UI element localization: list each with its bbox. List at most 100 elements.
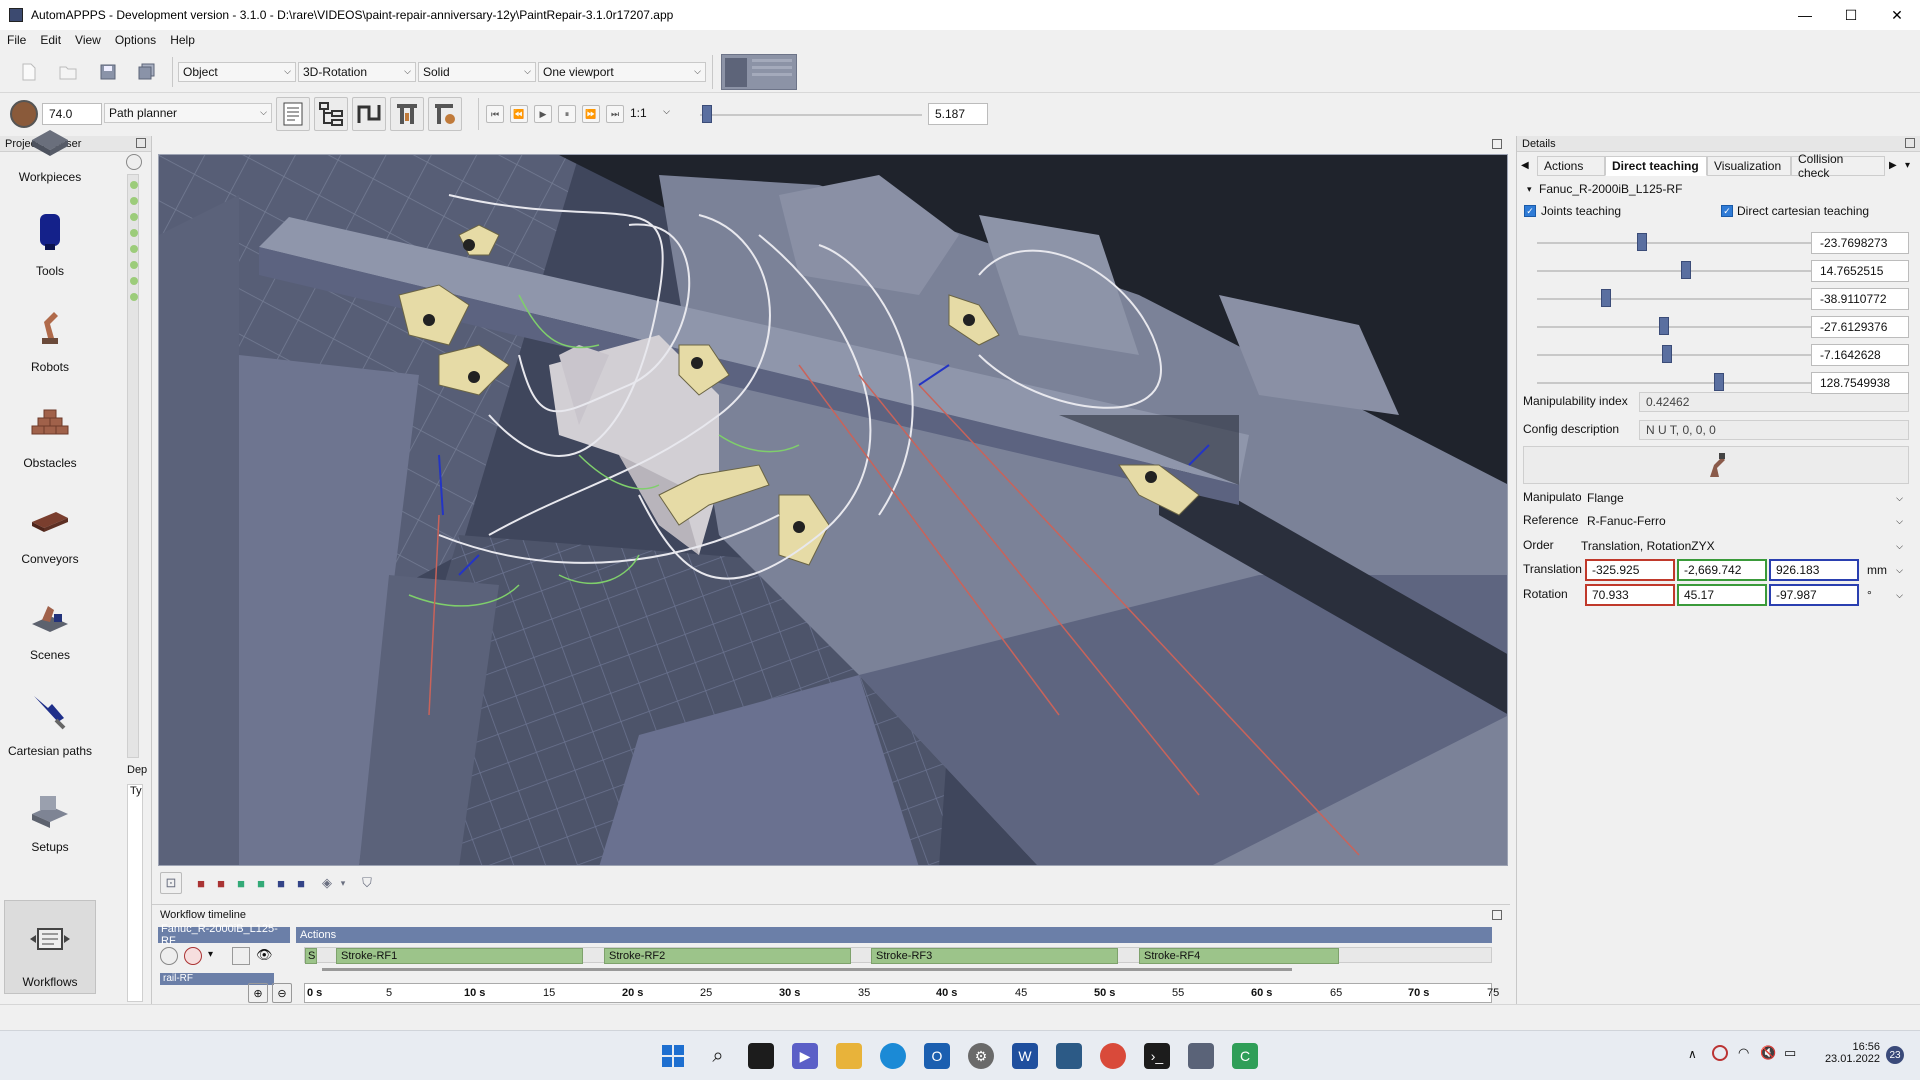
translation-y-input[interactable]: -2,669.742 — [1677, 559, 1767, 581]
new-file-icon[interactable] — [18, 61, 40, 83]
joint-3-slider-thumb[interactable] — [1601, 289, 1611, 307]
word-icon[interactable]: W — [1012, 1043, 1038, 1069]
skip-end-button[interactable]: ⏭ — [606, 105, 624, 123]
minimize-button[interactable]: — — [1782, 0, 1828, 30]
rotation-y-input[interactable]: 45.17 — [1677, 584, 1767, 606]
notification-badge[interactable]: 23 — [1886, 1046, 1904, 1064]
playback-ratio-select[interactable]: 1:1 ⌵ — [630, 106, 672, 124]
open-folder-icon[interactable] — [57, 61, 79, 83]
robot-tree-toggle-icon[interactable]: ▾ — [1527, 184, 1532, 195]
save-icon[interactable] — [97, 61, 119, 83]
task-view-icon[interactable] — [748, 1043, 774, 1069]
panel-float-icon[interactable] — [136, 138, 146, 148]
zoom-fit-icon[interactable]: ⊡ — [160, 872, 182, 894]
viewport-float-icon[interactable] — [1492, 139, 1502, 149]
tabs-scroll-right-icon[interactable]: ▶ — [1889, 160, 1897, 171]
add-action-icon[interactable] — [160, 947, 178, 965]
tray-security-icon[interactable] — [1712, 1045, 1728, 1061]
remove-action-icon[interactable] — [184, 947, 202, 965]
path-trajectory-icon[interactable] — [352, 97, 386, 131]
tab-collision-check[interactable]: Collision check — [1791, 152, 1885, 180]
file-explorer-icon[interactable] — [836, 1043, 862, 1069]
joint-6-value-input[interactable]: 128.7549938 — [1811, 372, 1909, 394]
terminal-icon[interactable]: ›_ — [1144, 1043, 1170, 1069]
menu-file[interactable]: File — [0, 33, 33, 47]
menu-view[interactable]: View — [68, 33, 108, 47]
joints-teaching-checkbox[interactable]: ✓ — [1524, 205, 1536, 217]
tab-visualization[interactable]: Visualization — [1707, 156, 1791, 176]
view-back-icon[interactable]: ■ — [210, 872, 232, 894]
workflow-robot-row[interactable]: Fanuc_R-2000iB_L125-RF — [158, 923, 290, 947]
transform-mode-select[interactable]: 3D-Rotation ⌵ — [298, 62, 416, 82]
view-bottom-icon[interactable]: ■ — [290, 872, 312, 894]
joint-2-value-input[interactable]: 14.7652515 — [1811, 260, 1909, 282]
translation-x-input[interactable]: -325.925 — [1585, 559, 1675, 581]
start-windows-icon[interactable] — [660, 1043, 686, 1069]
order-select[interactable]: Translation, RotationZYX ⌵ — [1575, 536, 1909, 556]
time-slider-thumb[interactable] — [702, 105, 712, 123]
settings-gear-icon[interactable]: ⚙ — [968, 1043, 994, 1069]
clock[interactable]: 16:56 23.01.2022 — [1812, 1041, 1880, 1065]
browser-item-scenes[interactable]: Scenes — [4, 572, 96, 666]
photos-icon[interactable] — [1056, 1043, 1082, 1069]
firefox-icon[interactable] — [1100, 1043, 1126, 1069]
wifi-icon[interactable]: ◠ — [1738, 1045, 1749, 1061]
timeline-ruler[interactable]: 0 s 5 10 s 15 20 s 25 30 s 35 40 s 45 50 s 55 60 s 65… — [304, 983, 1499, 1003]
browser-item-obstacles[interactable]: Obstacles — [4, 380, 96, 474]
skip-start-button[interactable]: ⏮ — [486, 105, 504, 123]
dependency-scrollbar[interactable] — [127, 174, 139, 758]
browser-item-conveyors[interactable]: Conveyors — [4, 476, 96, 570]
browser-item-tools[interactable]: Tools — [4, 188, 96, 282]
robot-settings-icon[interactable] — [428, 97, 462, 131]
time-value-input[interactable]: 5.187 — [928, 103, 988, 125]
menu-options[interactable]: Options — [108, 33, 163, 47]
step-back-button[interactable]: ⏪ — [510, 105, 528, 123]
timeline-segment-4[interactable]: Stroke-RF4 — [1139, 948, 1339, 964]
browser-item-workpieces[interactable]: Workpieces — [4, 94, 96, 188]
joint-1-slider-thumb[interactable] — [1637, 233, 1647, 251]
browser-item-cartesian-paths[interactable]: Cartesian paths — [4, 668, 96, 762]
edge-browser-icon[interactable] — [880, 1043, 906, 1069]
3d-viewport[interactable] — [158, 154, 1508, 866]
zoom-in-timeline-icon[interactable]: ⊕ — [248, 983, 268, 1003]
edit-action-icon[interactable] — [232, 947, 250, 965]
manipulator-select[interactable]: Flange ⌵ — [1581, 488, 1909, 508]
joint-3-value-input[interactable]: -38.9110772 — [1811, 288, 1909, 310]
joint-6-slider-track[interactable] — [1537, 382, 1813, 384]
tab-actions[interactable]: Actions — [1537, 156, 1605, 176]
timeline-segment-3[interactable]: Stroke-RF3 — [871, 948, 1118, 964]
workflow-float-icon[interactable] — [1492, 910, 1502, 920]
joint-5-slider-thumb[interactable] — [1662, 345, 1672, 363]
view-iso-dropdown-icon[interactable]: ▾ — [332, 872, 354, 894]
pause-button[interactable]: ⏸ — [558, 105, 576, 123]
refresh-icon[interactable] — [126, 154, 142, 170]
translation-z-input[interactable]: 926.183 — [1769, 559, 1859, 581]
type-list[interactable]: Ty — [127, 784, 143, 1002]
tabs-scroll-left-icon[interactable]: ◀ — [1521, 160, 1529, 171]
planner-select[interactable]: Path planner ⌵ — [104, 103, 272, 123]
timeline-segment-2[interactable]: Stroke-RF2 — [604, 948, 851, 964]
browser-item-robots[interactable]: Robots — [4, 284, 96, 378]
rotation-z-input[interactable]: -97.987 — [1769, 584, 1859, 606]
translation-unit-select[interactable]: mm ⌵ — [1861, 560, 1909, 580]
browser-item-workflows[interactable]: Workflows — [4, 900, 96, 994]
timeline-start-marker[interactable]: S — [305, 948, 317, 964]
joint-4-value-input[interactable]: -27.6129376 — [1811, 316, 1909, 338]
play-button[interactable]: ▶ — [534, 105, 552, 123]
view-front-icon[interactable]: ■ — [190, 872, 212, 894]
zoom-out-timeline-icon[interactable]: ⊖ — [272, 983, 292, 1003]
joint-3-slider-track[interactable] — [1537, 298, 1813, 300]
rotation-x-input[interactable]: 70.933 — [1585, 584, 1675, 606]
action-dropdown-icon[interactable]: ▾ — [208, 949, 213, 960]
visibility-icon[interactable]: 👁 — [256, 947, 273, 963]
program-list-icon[interactable] — [276, 97, 310, 131]
cartesian-teaching-checkbox[interactable]: ✓ — [1721, 205, 1733, 217]
details-float-icon[interactable] — [1905, 138, 1915, 148]
viewport-layout-select[interactable]: One viewport ⌵ — [538, 62, 706, 82]
outlook-icon[interactable]: O — [924, 1043, 950, 1069]
teams-chat-icon[interactable]: ▶ — [792, 1043, 818, 1069]
timeline-segments[interactable]: S Stroke-RF1 Stroke-RF2 Stroke-RF3 Stroke-R… — [304, 947, 1492, 964]
timeline-segment-1[interactable]: Stroke-RF1 — [336, 948, 583, 964]
render-mode-select[interactable]: Solid ⌵ — [418, 62, 536, 82]
tray-chevron-icon[interactable]: ∧ — [1688, 1047, 1697, 1061]
